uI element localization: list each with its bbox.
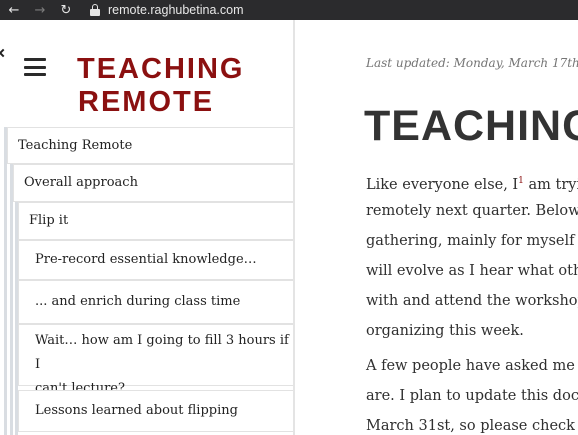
- logo-line-2: REMOTE: [78, 86, 215, 118]
- toc-item-flip-it[interactable]: Flip it: [18, 202, 293, 240]
- toc-item-label: Flip it: [29, 213, 69, 228]
- text-span: am tryin: [528, 176, 578, 193]
- url-text: remote.raghubetina.com: [108, 3, 244, 17]
- toc-item-lessons-learned[interactable]: Lessons learned about flipping: [18, 390, 293, 432]
- back-arrow-icon[interactable]: ←: [4, 0, 24, 20]
- sidebar: TEACHING REMOTE Teaching Remote Overall …: [0, 20, 295, 435]
- paragraph-line: organizing this week.: [366, 323, 524, 339]
- site-logo[interactable]: TEACHING REMOTE: [77, 53, 244, 119]
- text-span: Like everyone else, I: [366, 176, 519, 193]
- paragraph-line: are. I plan to update this docu: [366, 388, 578, 404]
- toc-item-label: Pre-record essential knowledge…: [35, 252, 257, 267]
- hamburger-menu-icon[interactable]: [24, 58, 46, 76]
- paragraph-line: will evolve as I hear what othe: [366, 263, 578, 279]
- toc-item-label: Teaching Remote: [18, 137, 133, 153]
- paragraph-line: Like everyone else, I1 am tryin: [366, 166, 578, 196]
- toc-item-label: ... and enrich during class time: [35, 294, 241, 309]
- main-content: Last updated: Monday, March 17th, TEACHI…: [297, 20, 578, 435]
- browser-toolbar: ← → ↻ remote.raghubetina.com: [0, 0, 578, 20]
- toc-item-label-line-1: Wait… how am I going to fill 3 hours if …: [35, 333, 289, 372]
- paragraph-line: with and attend the workshop: [366, 293, 578, 309]
- paragraph-line: gathering, mainly for myself a: [366, 233, 578, 249]
- toc-item-label: Lessons learned about flipping: [35, 403, 238, 418]
- page-title: TEACHING: [364, 102, 578, 150]
- intro-paragraph: Like everyone else, I1 am tryin remotely…: [366, 166, 578, 346]
- toc-item-fill-3-hours[interactable]: Wait… how am I going to fill 3 hours if …: [18, 324, 293, 396]
- reload-icon[interactable]: ↻: [56, 0, 76, 20]
- toc-item-enrich[interactable]: ... and enrich during class time: [18, 280, 293, 324]
- paragraph-line: remotely next quarter. Below: [366, 203, 578, 219]
- toc-item-label: Overall approach: [24, 175, 138, 190]
- toc-gutter: [4, 127, 7, 435]
- toc-item-overall-approach[interactable]: Overall approach: [13, 164, 293, 202]
- toc-item-pre-record[interactable]: Pre-record essential knowledge…: [18, 240, 293, 280]
- address-bar[interactable]: remote.raghubetina.com: [90, 2, 244, 18]
- second-paragraph: A few people have asked me to are. I pla…: [366, 351, 578, 435]
- toc-gutter: [10, 164, 13, 435]
- forward-arrow-icon[interactable]: →: [30, 0, 50, 20]
- paragraph-line: A few people have asked me to: [366, 358, 578, 374]
- toc-item-teaching-remote[interactable]: Teaching Remote: [7, 127, 293, 164]
- mouse-cursor-icon: [0, 48, 8, 58]
- paragraph-line: March 31st, so please check b: [366, 418, 578, 434]
- lock-icon: [90, 4, 100, 16]
- last-updated: Last updated: Monday, March 17th,: [366, 56, 578, 70]
- logo-line-1: TEACHING: [77, 53, 245, 85]
